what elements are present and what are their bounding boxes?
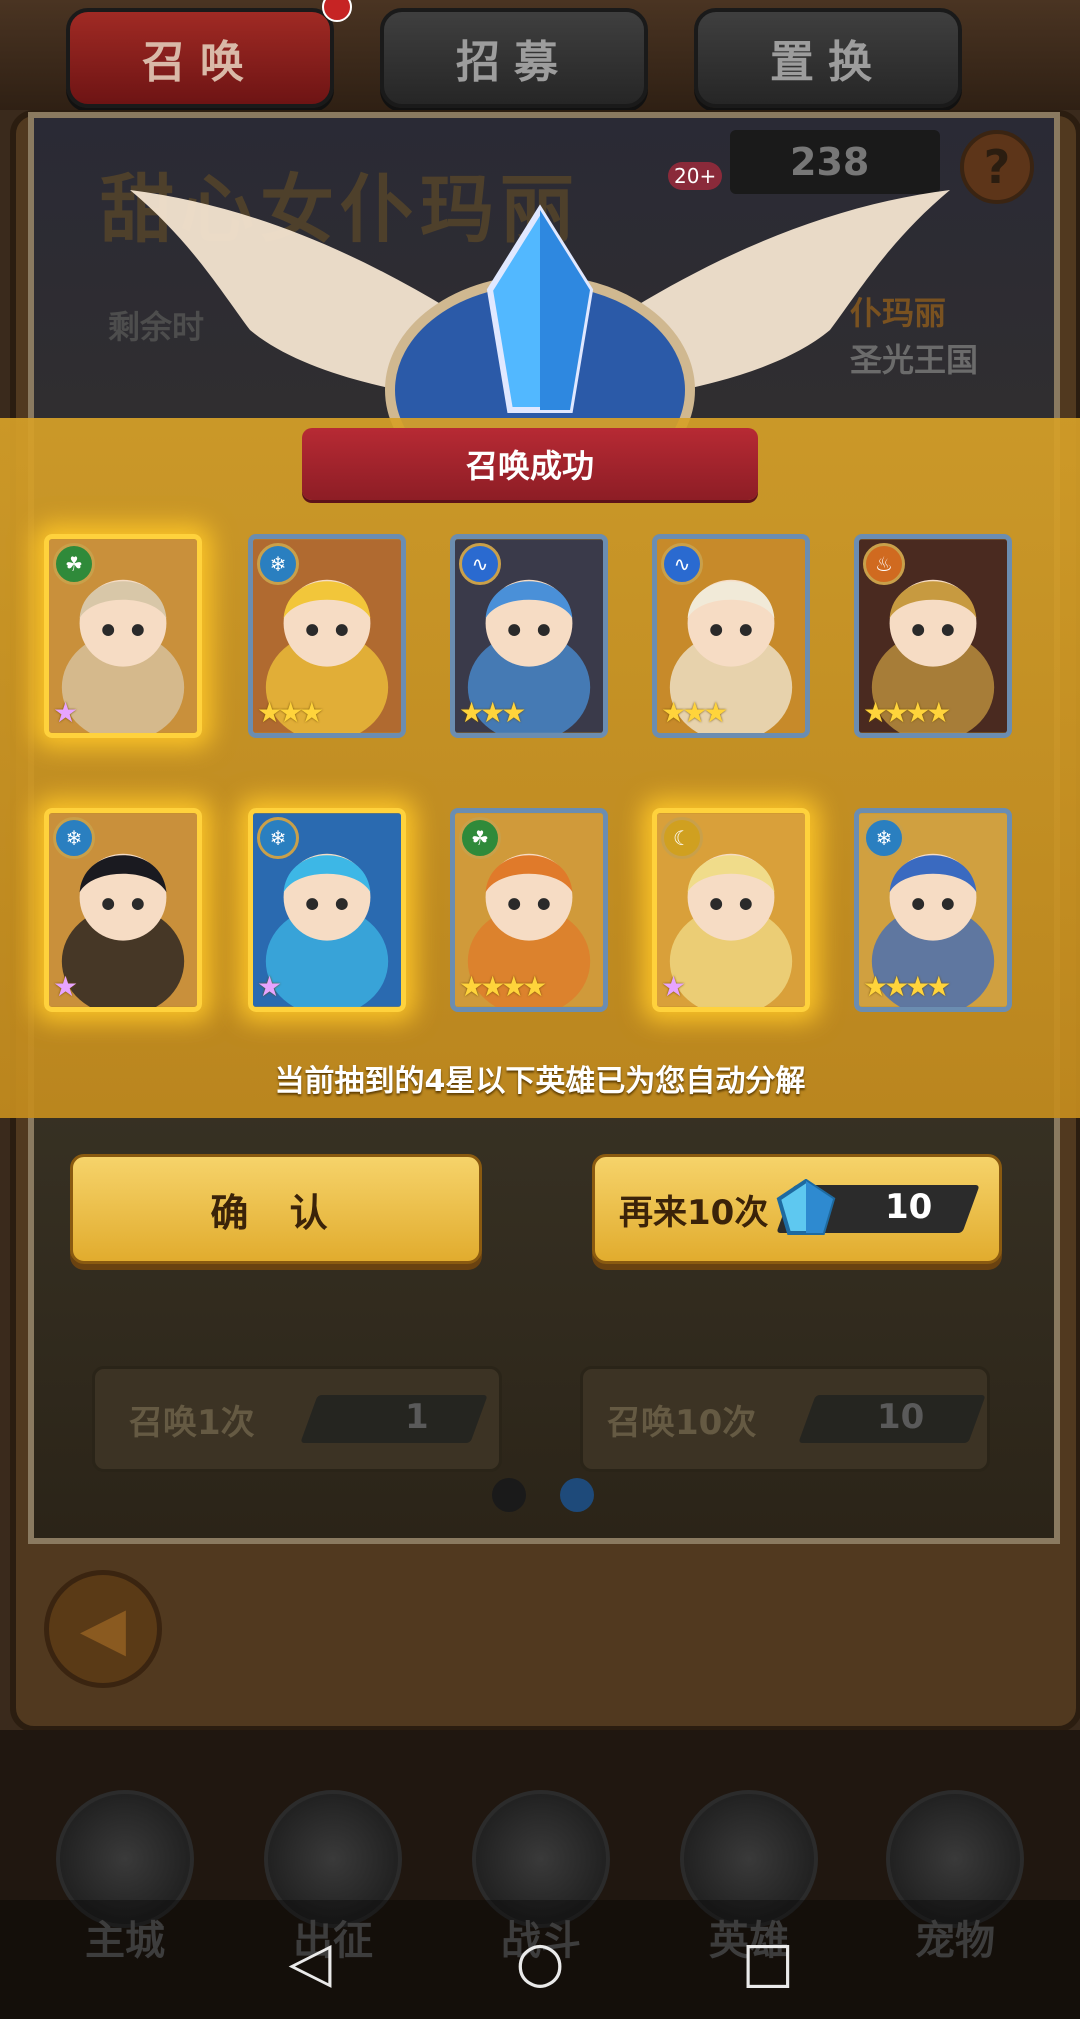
summon-success-banner: 召唤成功 — [302, 428, 758, 500]
hero-card[interactable]: ☘ ★★★★ — [450, 808, 608, 1012]
star-rating: ★ — [53, 696, 78, 729]
system-back-icon[interactable]: ◁ — [278, 1930, 342, 1995]
system-recents-icon[interactable]: □ — [736, 1930, 800, 1995]
hero-card[interactable]: ❄ ★ — [44, 808, 202, 1012]
fire-element-icon: ♨ — [863, 543, 905, 585]
hero-card[interactable]: ❄ ★ — [248, 808, 406, 1012]
summon-again-cost: 10 — [885, 1187, 933, 1227]
hero-card[interactable]: ♨ ★★★★ — [854, 534, 1012, 738]
star-rating: ★ — [53, 970, 78, 1003]
water-element-icon: ∿ — [459, 543, 501, 585]
crystal-wings-emblem-icon — [130, 190, 950, 430]
summon-once-cost: 1 — [405, 1397, 429, 1437]
star-rating: ★★★★ — [863, 970, 951, 1003]
summon-ten-cost: 10 — [877, 1397, 925, 1437]
tab-summon[interactable]: 召唤 — [66, 8, 334, 108]
wood-element-icon: ☘ — [459, 817, 501, 859]
star-rating: ★ — [661, 970, 686, 1003]
summon-ten-button[interactable]: 召唤10次 10 — [580, 1366, 990, 1472]
summon-again-button[interactable]: 再来10次 10 — [592, 1154, 1002, 1264]
hero-card[interactable]: ❄ ★★★ — [248, 534, 406, 738]
summon-again-label: 再来10次 — [619, 1192, 769, 1233]
help-button[interactable]: ? — [960, 130, 1034, 204]
gem-icon — [776, 1179, 836, 1235]
tab-recruit[interactable]: 招募 — [380, 8, 648, 108]
tab-exchange[interactable]: 置换 — [694, 8, 962, 108]
summon-ten-label: 召唤10次 — [607, 1402, 757, 1443]
hero-card[interactable]: ∿ ★★★ — [450, 534, 608, 738]
star-rating: ★ — [257, 970, 282, 1003]
summon-once-button[interactable]: 召唤1次 1 — [92, 1366, 502, 1472]
star-rating: ★★★★ — [863, 696, 951, 729]
star-rating: ★★★★ — [459, 970, 547, 1003]
ice-element-icon: ❄ — [53, 817, 95, 859]
cost-bar — [300, 1395, 488, 1443]
light-element-icon: ☾ — [661, 817, 703, 859]
star-rating: ★★★ — [257, 696, 324, 729]
page-dot-active[interactable] — [560, 1478, 594, 1512]
summon-result-overlay — [0, 418, 1080, 1118]
wood-element-icon: ☘ — [53, 543, 95, 585]
water-element-icon: ∿ — [661, 543, 703, 585]
hero-card[interactable]: ☘ ★ — [44, 534, 202, 738]
hero-card[interactable]: ☾ ★ — [652, 808, 810, 1012]
auto-decompose-notice: 当前抽到的4星以下英雄已为您自动分解 — [274, 1064, 806, 1099]
back-arrow-icon[interactable]: ◀ — [44, 1570, 162, 1688]
summon-once-label: 召唤1次 — [129, 1402, 255, 1443]
page-dot[interactable] — [492, 1478, 526, 1512]
confirm-button[interactable]: 确 认 — [70, 1154, 482, 1264]
star-rating: ★★★ — [459, 696, 526, 729]
ice-element-icon: ❄ — [257, 543, 299, 585]
system-home-icon[interactable]: ○ — [508, 1930, 572, 1995]
star-rating: ★★★ — [661, 696, 728, 729]
ice-element-icon: ❄ — [257, 817, 299, 859]
hero-card[interactable]: ∿ ★★★ — [652, 534, 810, 738]
hero-card[interactable]: ❄ ★★★★ — [854, 808, 1012, 1012]
ice-element-icon: ❄ — [863, 817, 905, 859]
